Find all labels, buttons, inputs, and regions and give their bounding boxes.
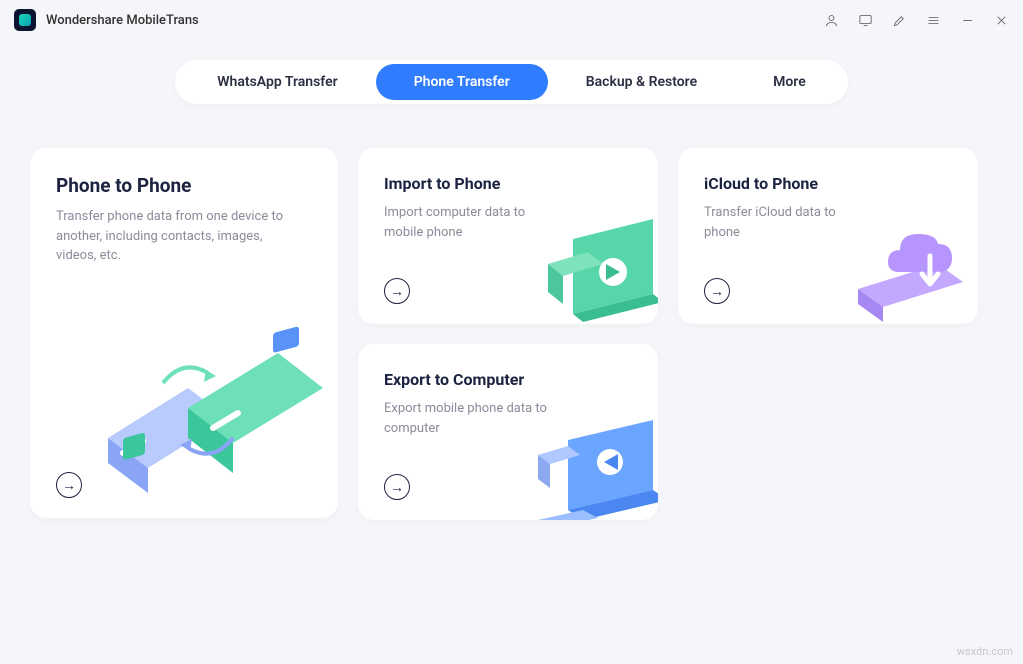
app-title: Wondershare MobileTrans xyxy=(46,13,199,28)
tabbar: WhatsApp Transfer Phone Transfer Backup … xyxy=(175,60,847,104)
minimize-icon[interactable] xyxy=(959,12,975,28)
card-phone-to-phone[interactable]: Phone to Phone Transfer phone data from … xyxy=(30,148,338,518)
titlebar-right xyxy=(823,12,1009,28)
card-desc: Export mobile phone data to computer xyxy=(384,399,554,438)
go-button[interactable]: → xyxy=(384,278,410,304)
go-button[interactable]: → xyxy=(384,474,410,500)
tab-whatsapp-transfer[interactable]: WhatsApp Transfer xyxy=(179,64,375,100)
tabbar-wrap: WhatsApp Transfer Phone Transfer Backup … xyxy=(0,60,1023,104)
app-logo-icon xyxy=(14,9,36,31)
card-title: iCloud to Phone xyxy=(704,174,952,193)
card-desc: Transfer phone data from one device to a… xyxy=(56,207,296,266)
card-title: Phone to Phone xyxy=(56,174,312,197)
go-button[interactable]: → xyxy=(704,278,730,304)
watermark: wsxdn.com xyxy=(957,645,1013,658)
feedback-icon[interactable] xyxy=(857,12,873,28)
phones-transfer-icon xyxy=(68,288,328,518)
tab-phone-transfer[interactable]: Phone Transfer xyxy=(376,64,548,100)
titlebar: Wondershare MobileTrans xyxy=(0,0,1023,40)
tab-backup-restore[interactable]: Backup & Restore xyxy=(548,64,735,100)
edit-icon[interactable] xyxy=(891,12,907,28)
menu-icon[interactable] xyxy=(925,12,941,28)
card-title: Import to Phone xyxy=(384,174,632,193)
card-export-to-computer[interactable]: Export to Computer Export mobile phone d… xyxy=(358,344,658,520)
card-title: Export to Computer xyxy=(384,370,632,389)
titlebar-left: Wondershare MobileTrans xyxy=(14,9,199,31)
card-desc: Import computer data to mobile phone xyxy=(384,203,554,242)
account-icon[interactable] xyxy=(823,12,839,28)
tab-more[interactable]: More xyxy=(735,64,844,100)
card-icloud-to-phone[interactable]: iCloud to Phone Transfer iCloud data to … xyxy=(678,148,978,324)
go-button[interactable]: → xyxy=(56,472,82,498)
close-icon[interactable] xyxy=(993,12,1009,28)
card-import-to-phone[interactable]: Import to Phone Import computer data to … xyxy=(358,148,658,324)
cards-grid: Phone to Phone Transfer phone data from … xyxy=(0,104,1023,520)
card-desc: Transfer iCloud data to phone xyxy=(704,203,874,242)
